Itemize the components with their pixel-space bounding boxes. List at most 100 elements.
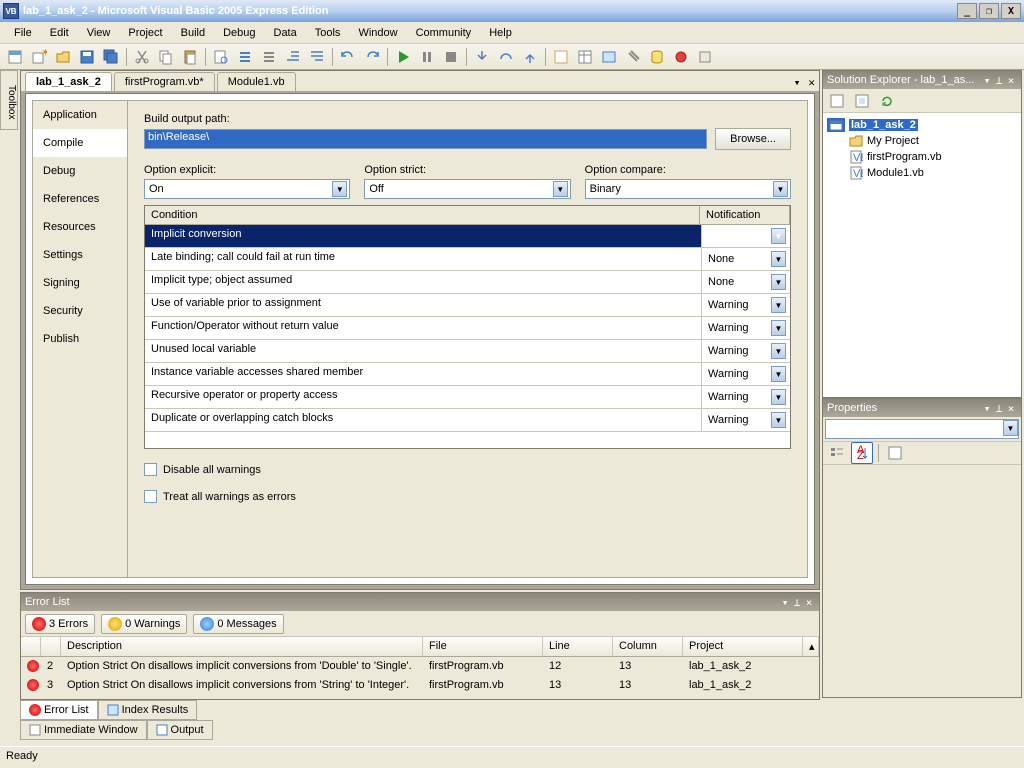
side-tab-security[interactable]: Security <box>33 297 127 325</box>
close-button[interactable]: X <box>1001 3 1021 19</box>
properties-icon[interactable] <box>574 46 596 68</box>
notification-combo[interactable]: Warning▼ <box>702 340 790 362</box>
side-tab-compile[interactable]: Compile <box>33 129 127 157</box>
undo-icon[interactable] <box>337 46 359 68</box>
option-compare-combo[interactable]: Binary▼ <box>585 179 791 199</box>
notification-combo[interactable]: Warning▼ <box>702 317 790 339</box>
tree-node[interactable]: VBfirstProgram.vb <box>827 149 1017 165</box>
object-browser-icon[interactable] <box>598 46 620 68</box>
option-strict-combo[interactable]: Off▼ <box>364 179 570 199</box>
menu-help[interactable]: Help <box>481 24 520 42</box>
redo-icon[interactable] <box>361 46 383 68</box>
dropdown-icon[interactable]: ▾ <box>981 402 993 415</box>
tab-project-properties[interactable]: lab_1_ask_2 <box>25 72 112 91</box>
condition-row[interactable]: Duplicate or overlapping catch blocksWar… <box>145 409 790 432</box>
menu-debug[interactable]: Debug <box>215 24 263 42</box>
notification-combo[interactable]: Warning▼ <box>702 386 790 408</box>
uncomment-icon[interactable] <box>258 46 280 68</box>
side-tab-resources[interactable]: Resources <box>33 213 127 241</box>
menu-window[interactable]: Window <box>350 24 405 42</box>
condition-row[interactable]: Recursive operator or property accessWar… <box>145 386 790 409</box>
condition-row[interactable]: Use of variable prior to assignmentWarni… <box>145 294 790 317</box>
tree-node[interactable]: lab_1_ask_2 <box>827 117 1017 133</box>
menu-file[interactable]: File <box>6 24 40 42</box>
open-icon[interactable] <box>52 46 74 68</box>
menu-edit[interactable]: Edit <box>42 24 77 42</box>
pin-icon[interactable]: ⊥ <box>791 596 803 609</box>
side-tab-application[interactable]: Application <box>33 101 127 129</box>
tab-firstprogram[interactable]: firstProgram.vb* <box>114 72 215 91</box>
step-over-icon[interactable] <box>495 46 517 68</box>
paste-icon[interactable] <box>179 46 201 68</box>
condition-row[interactable]: Late binding; call could fail at run tim… <box>145 248 790 271</box>
errors-filter[interactable]: 3 Errors <box>25 614 95 634</box>
notification-combo[interactable]: Warning▼ <box>702 363 790 385</box>
menu-view[interactable]: View <box>79 24 119 42</box>
property-pages-icon[interactable] <box>884 442 906 464</box>
condition-row[interactable]: Instance variable accesses shared member… <box>145 363 790 386</box>
solution-tree[interactable]: lab_1_ask_2My ProjectVBfirstProgram.vbVB… <box>823 113 1021 185</box>
condition-row[interactable]: Function/Operator without return valueWa… <box>145 317 790 340</box>
tab-dropdown-icon[interactable]: ▾ <box>790 74 805 91</box>
minimize-button[interactable]: _ <box>957 3 977 19</box>
tab-immediate-window[interactable]: Immediate Window <box>20 720 147 740</box>
start-icon[interactable] <box>392 46 414 68</box>
outdent-icon[interactable] <box>306 46 328 68</box>
tab-error-list[interactable]: Error List <box>20 700 98 720</box>
restore-button[interactable]: ❐ <box>979 3 999 19</box>
notification-combo[interactable]: None▼ <box>702 271 790 293</box>
notification-combo[interactable]: None▼ <box>702 225 790 247</box>
column-condition[interactable]: Condition <box>145 206 700 224</box>
dropdown-icon[interactable]: ▾ <box>981 74 993 87</box>
tab-index-results[interactable]: Index Results <box>98 700 198 720</box>
solution-explorer-icon[interactable] <box>550 46 572 68</box>
menu-data[interactable]: Data <box>266 24 305 42</box>
messages-filter[interactable]: 0 Messages <box>193 614 283 634</box>
side-tab-references[interactable]: References <box>33 185 127 213</box>
menu-tools[interactable]: Tools <box>307 24 349 42</box>
show-all-icon[interactable] <box>851 90 873 112</box>
save-icon[interactable] <box>76 46 98 68</box>
col-file[interactable]: File <box>423 637 543 656</box>
error-row[interactable]: 2Option Strict On disallows implicit con… <box>21 657 819 676</box>
col-project[interactable]: Project <box>683 637 803 656</box>
toolbox-tab[interactable]: Toolbox <box>0 70 18 130</box>
warnings-filter[interactable]: 0 Warnings <box>101 614 187 634</box>
find-icon[interactable] <box>210 46 232 68</box>
dropdown-icon[interactable]: ▾ <box>779 596 791 609</box>
treat-as-errors-checkbox[interactable] <box>144 490 157 503</box>
disable-warnings-checkbox[interactable] <box>144 463 157 476</box>
option-explicit-combo[interactable]: On▼ <box>144 179 350 199</box>
properties-object-combo[interactable]: ▼ <box>825 419 1019 439</box>
scroll-up-icon[interactable]: ▴ <box>803 637 819 656</box>
toolbox-icon[interactable] <box>622 46 644 68</box>
step-out-icon[interactable] <box>519 46 541 68</box>
notification-combo[interactable]: Warning▼ <box>702 294 790 316</box>
tab-output[interactable]: Output <box>147 720 213 740</box>
menu-build[interactable]: Build <box>173 24 213 42</box>
side-tab-debug[interactable]: Debug <box>33 157 127 185</box>
new-project-icon[interactable] <box>4 46 26 68</box>
side-tab-publish[interactable]: Publish <box>33 325 127 353</box>
save-all-icon[interactable] <box>100 46 122 68</box>
comment-icon[interactable] <box>234 46 256 68</box>
col-column[interactable]: Column <box>613 637 683 656</box>
menu-community[interactable]: Community <box>408 24 480 42</box>
add-item-icon[interactable]: ✶ <box>28 46 50 68</box>
condition-row[interactable]: Unused local variableWarning▼ <box>145 340 790 363</box>
col-description[interactable]: Description <box>61 637 423 656</box>
close-icon[interactable]: × <box>1005 402 1017 415</box>
more-icon[interactable] <box>694 46 716 68</box>
condition-row[interactable]: Implicit conversionNone▼ <box>145 225 790 248</box>
stop-icon[interactable] <box>440 46 462 68</box>
step-into-icon[interactable] <box>471 46 493 68</box>
side-tab-settings[interactable]: Settings <box>33 241 127 269</box>
error-row[interactable]: 3Option Strict On disallows implicit con… <box>21 676 819 695</box>
notification-combo[interactable]: Warning▼ <box>702 409 790 431</box>
alphabetical-icon[interactable]: AZ <box>851 442 873 464</box>
build-output-path-input[interactable]: bin\Release\ <box>144 129 707 149</box>
refresh-icon[interactable] <box>876 90 898 112</box>
column-notification[interactable]: Notification <box>700 206 790 224</box>
categorized-icon[interactable] <box>826 442 848 464</box>
tree-node[interactable]: VBModule1.vb <box>827 165 1017 181</box>
